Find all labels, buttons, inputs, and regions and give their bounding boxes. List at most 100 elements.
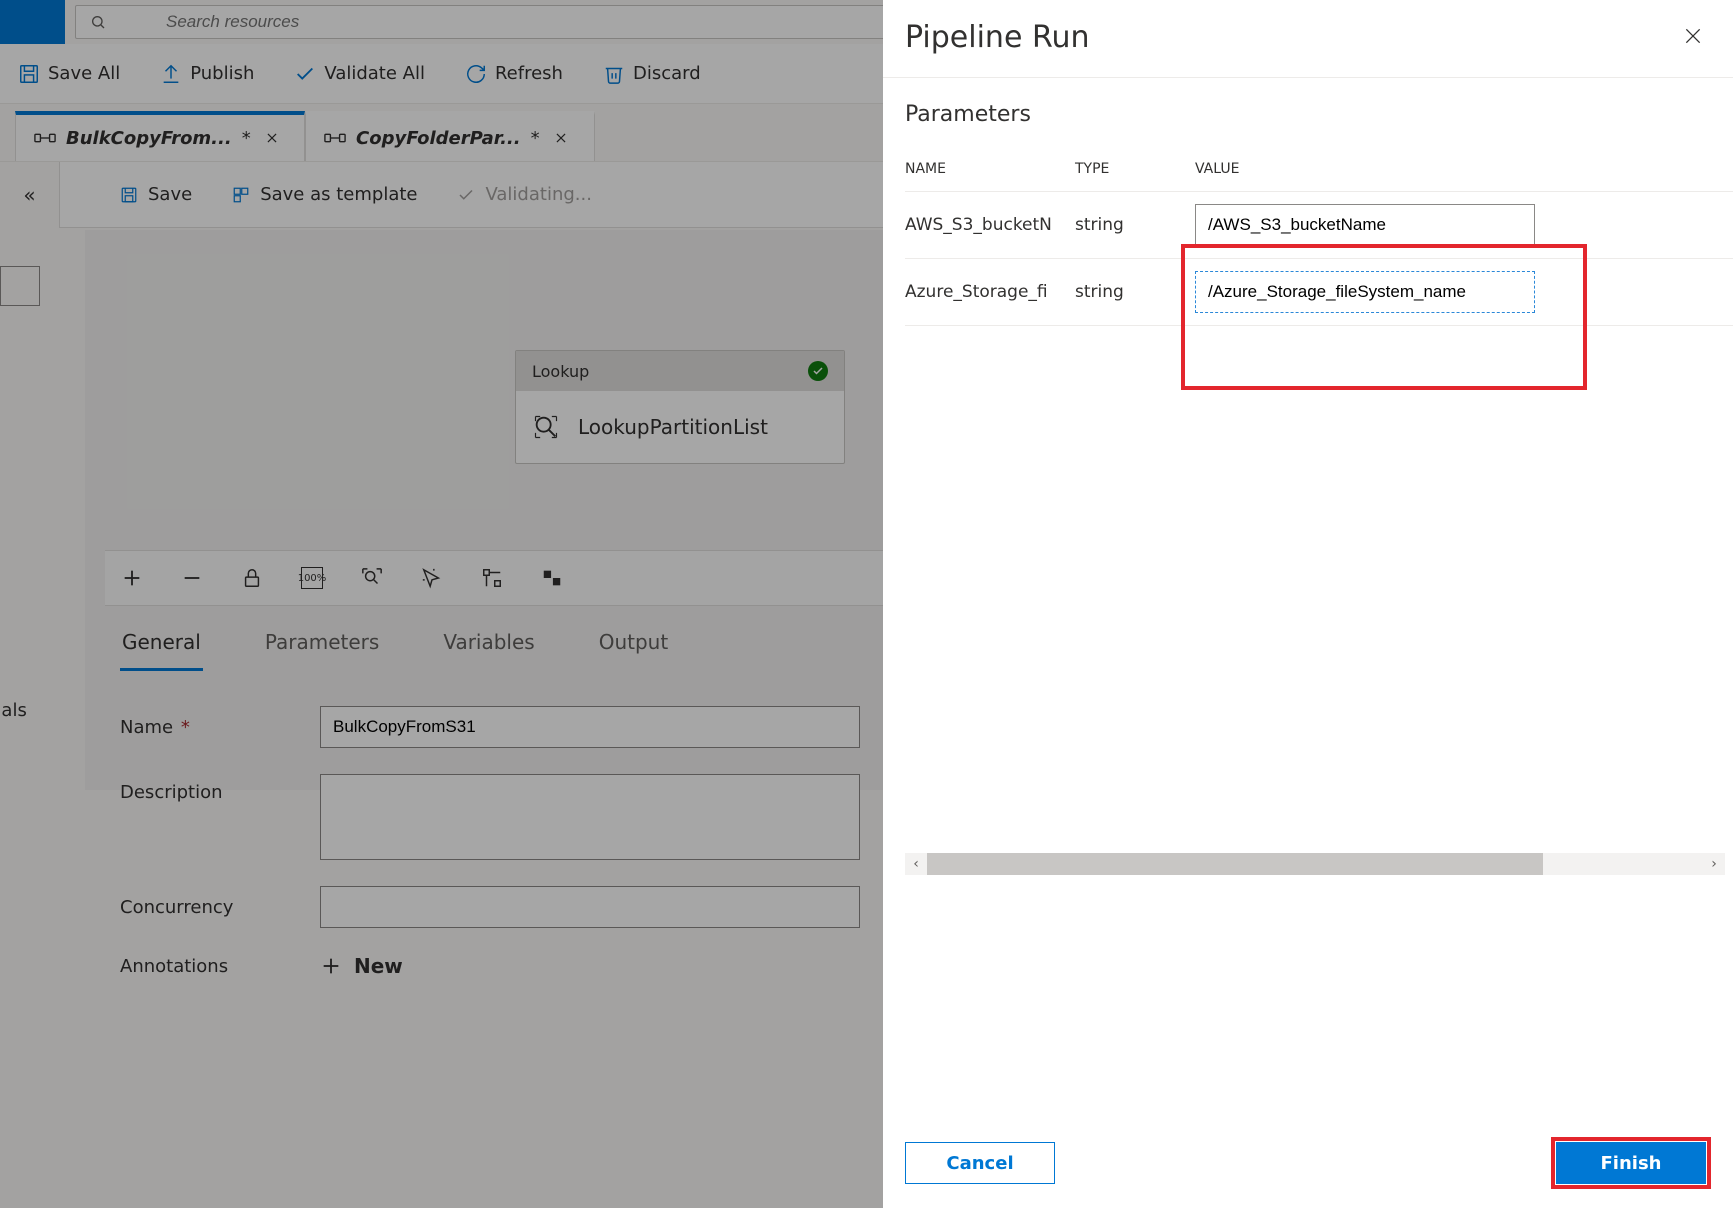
col-name: NAME xyxy=(905,155,1075,192)
tab-output[interactable]: Output xyxy=(597,624,670,671)
lock-icon[interactable] xyxy=(241,567,263,589)
annotations-label: Annotations xyxy=(120,956,320,977)
save-template-label: Save as template xyxy=(260,184,417,205)
panel-footer: Cancel Finish xyxy=(883,1118,1733,1208)
scroll-right-icon[interactable]: › xyxy=(1703,856,1725,872)
tab-copyfolder[interactable]: CopyFolderPar... * xyxy=(305,111,595,161)
check-icon xyxy=(294,63,316,85)
tab-variables[interactable]: Variables xyxy=(441,624,536,671)
save-all-label: Save All xyxy=(48,63,120,84)
zoom-fit-icon[interactable] xyxy=(361,567,383,589)
save-label: Save xyxy=(148,184,192,205)
property-tabs: General Parameters Variables Output xyxy=(120,624,670,671)
discard-label: Discard xyxy=(633,63,701,84)
plus-icon xyxy=(320,955,342,977)
pipeline-icon xyxy=(324,130,346,146)
lookup-icon xyxy=(532,413,560,441)
close-icon xyxy=(1683,26,1703,46)
collapse-toggle[interactable]: « xyxy=(0,162,60,228)
select-icon[interactable] xyxy=(421,567,443,589)
save-icon xyxy=(18,63,40,85)
concurrency-input[interactable] xyxy=(320,886,860,928)
activity-body: LookupPartitionList xyxy=(516,391,844,463)
param-type: string xyxy=(1075,192,1195,259)
parameters-table: NAME TYPE VALUE AWS_S3_bucketN string Az… xyxy=(905,155,1733,326)
close-panel-button[interactable] xyxy=(1683,26,1703,50)
status-ok-icon xyxy=(808,361,828,381)
description-input[interactable] xyxy=(320,774,860,860)
col-type: TYPE xyxy=(1075,155,1195,192)
left-gutter xyxy=(0,260,40,306)
tab-general[interactable]: General xyxy=(120,624,203,671)
general-form: Name * Description Concurrency Annotatio… xyxy=(120,706,860,978)
tab-parameters[interactable]: Parameters xyxy=(263,624,381,671)
discard-button[interactable]: Discard xyxy=(603,63,701,85)
horizontal-scrollbar[interactable]: ‹ › xyxy=(905,853,1725,875)
minimap-box[interactable] xyxy=(0,266,40,306)
tab-label: CopyFolderPar... xyxy=(356,128,521,149)
finish-highlight-box: Finish xyxy=(1551,1137,1711,1189)
check-icon xyxy=(457,186,475,204)
designer-toolbar: 100% xyxy=(105,550,885,606)
clipped-nav-text: nals xyxy=(0,700,27,721)
validating-status: Validating... xyxy=(457,184,591,205)
activity-type: Lookup xyxy=(532,362,589,381)
align-icon[interactable] xyxy=(541,567,563,589)
panel-body: Parameters NAME TYPE VALUE AWS_S3_bucket… xyxy=(883,78,1733,1118)
name-input[interactable] xyxy=(320,706,860,748)
save-button[interactable]: Save xyxy=(120,184,192,205)
save-template-button[interactable]: Save as template xyxy=(232,184,417,205)
new-annotation-button[interactable]: New xyxy=(320,954,860,978)
scroll-thumb[interactable] xyxy=(927,853,1543,875)
panel-title: Pipeline Run xyxy=(905,20,1089,55)
concurrency-label: Concurrency xyxy=(120,897,320,918)
close-icon[interactable] xyxy=(265,131,279,145)
tab-dirty: * xyxy=(531,128,540,149)
finish-button[interactable]: Finish xyxy=(1556,1142,1706,1184)
new-label: New xyxy=(354,954,403,978)
pipeline-run-panel: Pipeline Run Parameters NAME TYPE VALUE … xyxy=(883,0,1733,1208)
name-label: Name * xyxy=(120,717,320,738)
parameters-heading: Parameters xyxy=(905,102,1733,127)
zoom-100-icon[interactable]: 100% xyxy=(301,567,323,589)
search-icon xyxy=(90,14,106,30)
trash-icon xyxy=(603,63,625,85)
refresh-label: Refresh xyxy=(495,63,563,84)
save-all-button[interactable]: Save All xyxy=(18,63,120,85)
col-value: VALUE xyxy=(1195,155,1733,192)
tab-dirty: * xyxy=(242,128,251,149)
save-icon xyxy=(120,186,138,204)
tab-bulkcopy[interactable]: BulkCopyFrom... * xyxy=(15,111,305,161)
scroll-left-icon[interactable]: ‹ xyxy=(905,856,927,872)
panel-header: Pipeline Run xyxy=(883,0,1733,78)
lookup-activity[interactable]: Lookup LookupPartitionList xyxy=(515,350,845,464)
minus-icon[interactable] xyxy=(181,567,203,589)
table-row: Azure_Storage_fi string xyxy=(905,259,1733,326)
template-icon xyxy=(232,186,250,204)
upload-icon xyxy=(160,63,182,85)
cancel-button[interactable]: Cancel xyxy=(905,1142,1055,1184)
add-icon[interactable] xyxy=(121,567,143,589)
tab-label: BulkCopyFrom... xyxy=(66,128,232,149)
waffle-area[interactable] xyxy=(0,0,65,44)
description-label: Description xyxy=(120,774,320,803)
refresh-icon xyxy=(465,63,487,85)
table-row: AWS_S3_bucketN string xyxy=(905,192,1733,259)
activity-name: LookupPartitionList xyxy=(578,415,768,439)
auto-layout-icon[interactable] xyxy=(481,567,503,589)
param-name: AWS_S3_bucketN xyxy=(905,192,1075,259)
publish-label: Publish xyxy=(190,63,254,84)
refresh-button[interactable]: Refresh xyxy=(465,63,563,85)
pipeline-icon xyxy=(34,130,56,146)
publish-button[interactable]: Publish xyxy=(160,63,254,85)
param-type: string xyxy=(1075,259,1195,326)
param-value-input[interactable] xyxy=(1195,271,1535,313)
validate-all-label: Validate All xyxy=(324,63,425,84)
close-icon[interactable] xyxy=(554,131,568,145)
activity-header: Lookup xyxy=(516,351,844,391)
validating-label: Validating... xyxy=(485,184,591,205)
param-name: Azure_Storage_fi xyxy=(905,259,1075,326)
validate-all-button[interactable]: Validate All xyxy=(294,63,425,85)
param-value-input[interactable] xyxy=(1195,204,1535,246)
collapse-glyph: « xyxy=(23,183,35,207)
